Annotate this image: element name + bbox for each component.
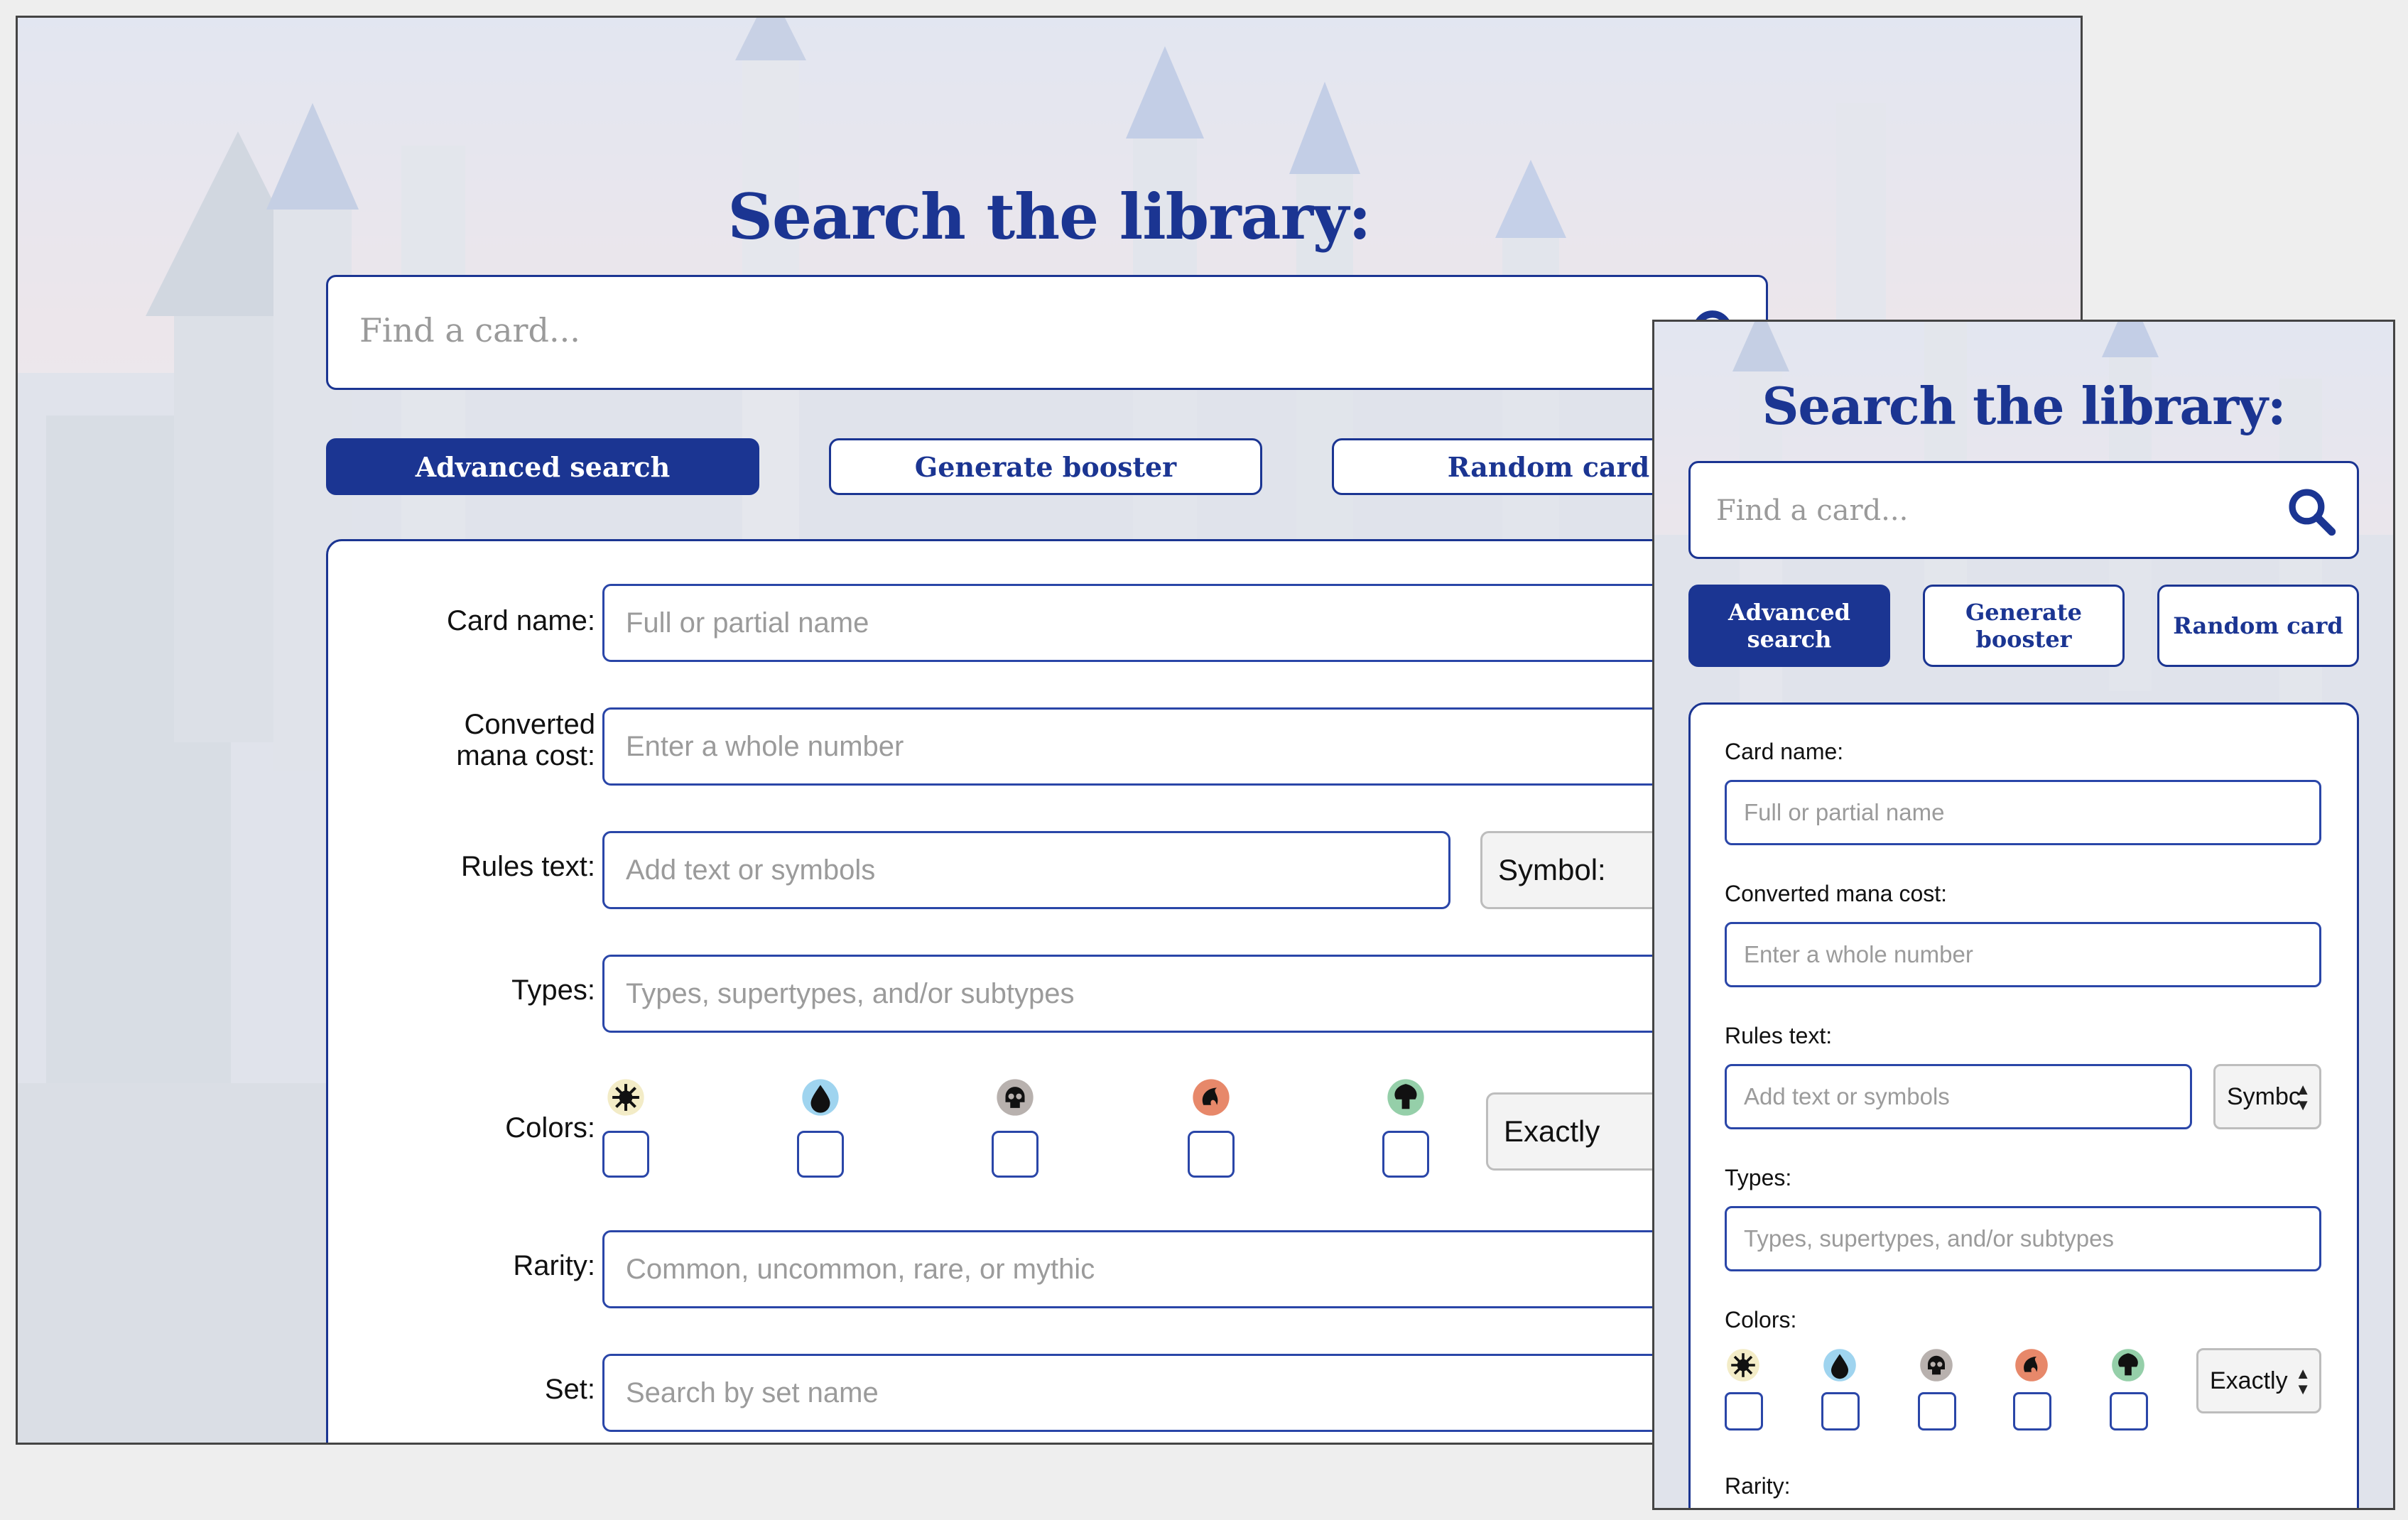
card-name-input[interactable]: Full or partial name [602,584,1810,662]
black-mana-icon [1920,1349,1953,1381]
green-color-checkbox[interactable] [1382,1131,1429,1178]
page-title: Search the library: [1762,376,2286,436]
red-mana-icon [2015,1349,2048,1381]
green-color-checkbox[interactable] [2110,1392,2148,1431]
cmc-label-line1: Converted [464,709,595,740]
rules-text-label: Rules text: [461,851,595,882]
types-input[interactable]: Types, supertypes, and/or subtypes [602,955,1810,1033]
cmc-label: Converted mana cost: [456,709,595,771]
red-color-checkbox[interactable] [2013,1392,2051,1431]
set-input[interactable]: Search by set name [602,1354,1810,1432]
mobile-view: Search the library: Find a card... Advan… [1652,320,2395,1510]
blue-color-checkbox[interactable] [797,1131,844,1178]
color-match-select[interactable]: Exactly ▲ ▼ [2196,1348,2321,1413]
blue-mana-icon [1823,1349,1856,1381]
rarity-label: Rarity: [1725,1473,1791,1499]
rules-text-input[interactable]: Add text or symbols [1725,1064,2192,1129]
white-mana-icon [607,1079,644,1116]
search-bar[interactable]: Find a card... [326,275,1768,390]
advanced-search-form: Card name: Full or partial name Converte… [326,539,1810,1443]
advanced-search-form: Card name: Full or partial name Converte… [1688,702,2359,1508]
cmc-label: Converted mana cost: [1725,881,1948,906]
types-label: Types: [511,975,595,1006]
rarity-label: Rarity: [513,1250,595,1281]
card-name-input[interactable]: Full or partial name [1725,780,2321,845]
colors-label: Colors: [505,1112,595,1144]
black-color-checkbox[interactable] [1918,1392,1956,1431]
search-icon[interactable] [2284,484,2337,537]
select-arrows-icon: ▲ ▼ [2295,1364,2311,1398]
generate-booster-button[interactable]: Generate booster [829,438,1262,495]
blue-mana-icon [802,1079,839,1116]
red-color-checkbox[interactable] [1188,1131,1235,1178]
white-mana-icon [1727,1349,1759,1381]
colors-label: Colors: [1725,1307,1797,1332]
black-color-checkbox[interactable] [992,1131,1038,1178]
types-input[interactable]: Types, supertypes, and/or subtypes [1725,1206,2321,1271]
green-mana-icon [1387,1079,1424,1116]
symbol-select[interactable]: Symbc ▲ ▼ [2213,1064,2321,1129]
cmc-label-line2: mana cost: [456,740,595,771]
rules-text-label: Rules text: [1725,1023,1833,1048]
green-mana-icon [2112,1349,2144,1381]
white-color-checkbox[interactable] [602,1131,649,1178]
select-arrows-icon: ▲ ▼ [2295,1080,2311,1114]
color-match-value: Exactly [2210,1367,2288,1394]
search-placeholder[interactable]: Find a card... [1716,494,1908,527]
search-placeholder[interactable]: Find a card... [359,311,580,349]
set-label: Set: [544,1374,595,1405]
card-name-label: Card name: [447,605,595,636]
white-color-checkbox[interactable] [1725,1392,1763,1431]
page-title: Search the library: [727,180,1371,254]
search-bar[interactable]: Find a card... [1688,461,2359,559]
cmc-input[interactable]: Enter a whole number [602,707,1810,786]
rules-text-input[interactable]: Add text or symbols [602,831,1450,909]
generate-booster-button[interactable]: Generate booster [1923,585,2125,667]
cmc-input[interactable]: Enter a whole number [1725,922,2321,987]
random-card-button[interactable]: Random card [2157,585,2359,667]
black-mana-icon [997,1079,1034,1116]
advanced-search-button[interactable]: Advanced search [1688,585,1890,667]
symbol-select-value: Symbc [2227,1082,2301,1110]
advanced-search-button[interactable]: Advanced search [326,438,759,495]
rarity-input[interactable]: Common, uncommon, rare, or mythic [602,1230,1810,1308]
types-label: Types: [1725,1165,1792,1190]
blue-color-checkbox[interactable] [1821,1392,1860,1431]
red-mana-icon [1193,1079,1230,1116]
card-name-label: Card name: [1725,739,1844,764]
